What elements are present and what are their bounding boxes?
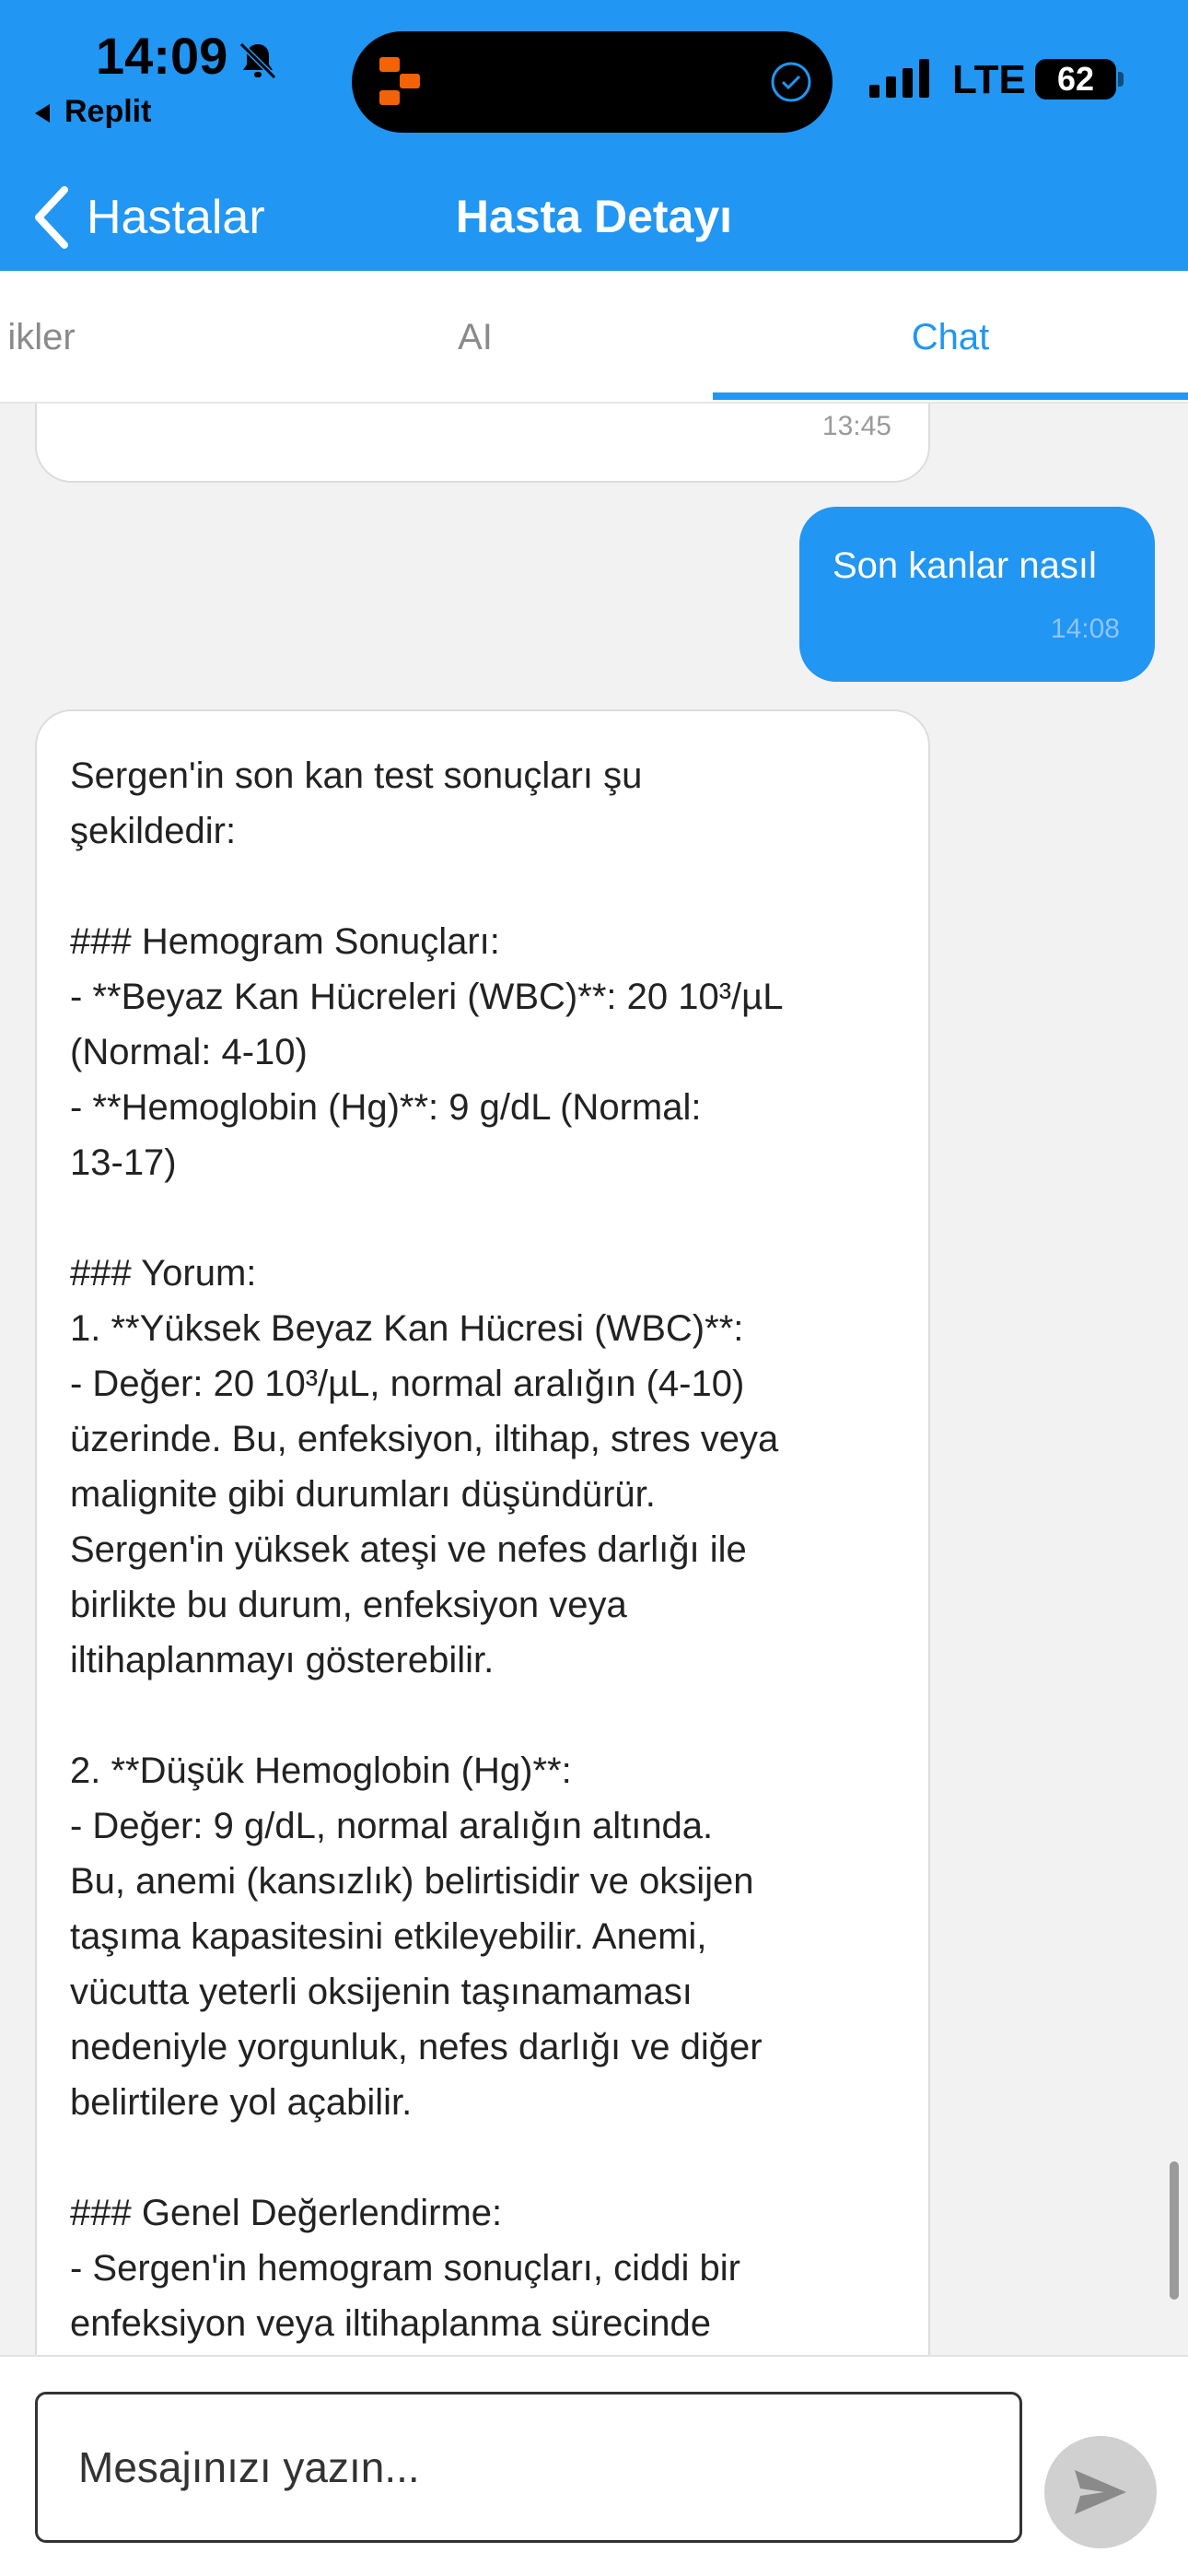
header: 14:09 Replit LTE 62 Hastalar Hasta Detay: [0, 0, 1188, 271]
send-icon: [1075, 2470, 1126, 2514]
back-triangle-icon: [35, 104, 50, 123]
bot-message-bubble: Sergen'in son kan test sonuçları şu şeki…: [35, 709, 930, 2355]
user-message-bubble: Son kanlar nasıl 14:08: [799, 507, 1155, 682]
message-composer: [0, 2355, 1188, 2576]
tab-bar: ikler AI Chat: [0, 271, 1188, 404]
replit-logo-icon: [379, 57, 420, 105]
bell-slash-icon: [239, 41, 277, 80]
status-time: 14:09: [96, 27, 228, 85]
battery-tip: [1118, 72, 1124, 87]
message-time: 14:08: [1050, 614, 1120, 644]
message-input[interactable]: [35, 2392, 1022, 2543]
battery-icon: 62: [1035, 59, 1116, 100]
bot-message-text: Sergen'in son kan test sonuçları şu şeki…: [70, 755, 784, 2344]
check-circle-icon: [771, 62, 811, 102]
cellular-signal-icon: [869, 59, 929, 98]
tab-chat[interactable]: Chat: [713, 271, 1188, 404]
tab-partial[interactable]: ikler: [0, 271, 120, 404]
dynamic-island: [352, 31, 833, 133]
network-type: LTE: [952, 57, 1026, 102]
page-title: Hasta Detayı: [455, 191, 733, 242]
bot-message-bubble: 13:45: [35, 404, 930, 483]
chat-messages[interactable]: 13:45 Son kanlar nasıl 14:08 Sergen'in s…: [0, 404, 1188, 2355]
user-message-text: Son kanlar nasıl: [833, 545, 1097, 586]
send-button[interactable]: [1044, 2436, 1157, 2548]
back-app-label: Replit: [64, 94, 152, 129]
scrollbar[interactable]: [1170, 2161, 1179, 2300]
active-tab-indicator: [713, 392, 1188, 400]
back-to-app-link[interactable]: Replit: [35, 94, 151, 130]
tab-ai[interactable]: AI: [355, 271, 595, 404]
message-time: 13:45: [821, 411, 891, 441]
